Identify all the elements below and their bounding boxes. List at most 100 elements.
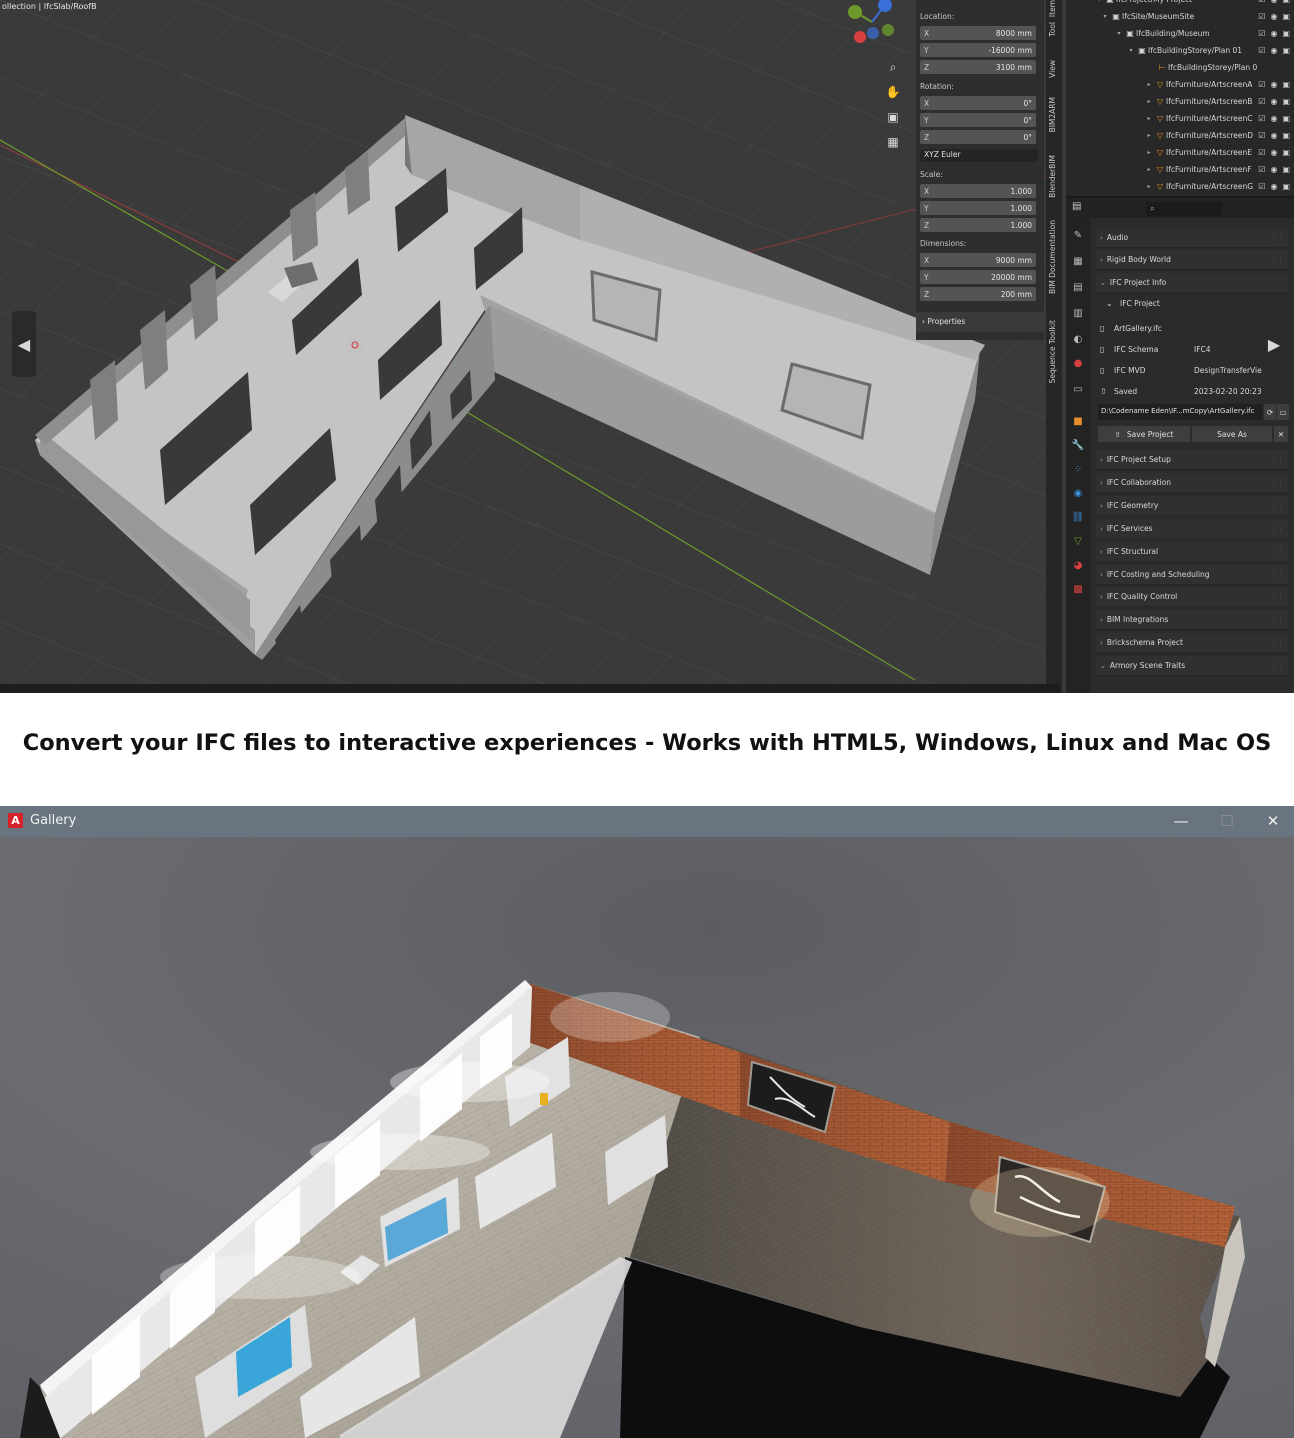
3d-viewport[interactable]: ollection | IfcSlab/RoofB ⌕ ✋ ▣ ▦ ◀ ▶ Lo… bbox=[0, 0, 1286, 693]
save-project-button[interactable]: ⇧ Save Project bbox=[1098, 426, 1190, 442]
ifc-project-subpanel[interactable]: ⌄ IFC Project bbox=[1106, 294, 1294, 312]
properties-subpanel[interactable]: › Properties bbox=[916, 312, 1044, 332]
grid-icon[interactable]: ▦ bbox=[884, 133, 902, 151]
expand-toggle-icon[interactable]: ▾ bbox=[1100, 13, 1110, 20]
tab-tool[interactable]: Tool bbox=[1048, 22, 1057, 37]
tool-icon[interactable]: ✎ bbox=[1070, 228, 1086, 244]
eye-icon[interactable]: ◉ bbox=[1270, 0, 1277, 4]
panel-ifc-project-setup[interactable]: › IFC Project Setup ⋮⋮ bbox=[1096, 450, 1288, 470]
scale-y-field[interactable]: Y 1.000 bbox=[920, 201, 1036, 215]
camera-small-icon[interactable]: ▣ bbox=[1282, 148, 1290, 157]
location-z-field[interactable]: Z 3100 mm bbox=[920, 60, 1036, 74]
camera-small-icon[interactable]: ▣ bbox=[1282, 80, 1290, 89]
checkbox-icon[interactable]: ☑ bbox=[1258, 114, 1265, 123]
minimize-button[interactable]: — bbox=[1167, 810, 1195, 832]
camera-small-icon[interactable]: ▣ bbox=[1282, 182, 1290, 191]
outliner-item[interactable]: ▸ ▽ IfcFurniture/ArtscreenF ☑ ◉ ▣ bbox=[1066, 161, 1294, 178]
drag-grip-icon[interactable]: ⋮⋮ bbox=[1270, 479, 1284, 487]
gallery-3d-scene[interactable] bbox=[0, 837, 1294, 1438]
particles-icon[interactable]: ⁘ bbox=[1070, 462, 1086, 478]
expand-toggle-icon[interactable]: ▾ bbox=[1126, 47, 1136, 54]
folder-icon[interactable]: ▭ bbox=[1277, 404, 1289, 420]
location-y-field[interactable]: Y -16000 mm bbox=[920, 43, 1036, 57]
drag-grip-icon[interactable]: ⋮⋮ bbox=[1270, 548, 1284, 556]
checkbox-icon[interactable]: ☑ bbox=[1258, 148, 1265, 157]
dimensions-y-field[interactable]: Y 20000 mm bbox=[920, 270, 1036, 284]
save-as-button[interactable]: Save As bbox=[1192, 426, 1272, 442]
checkbox-icon[interactable]: ☑ bbox=[1258, 12, 1265, 21]
drag-grip-icon[interactable]: ⋮⋮ bbox=[1270, 456, 1284, 464]
search-input[interactable]: ⌕ bbox=[1146, 202, 1222, 216]
checkbox-icon[interactable]: ☑ bbox=[1258, 182, 1265, 191]
location-x-field[interactable]: X 8000 mm bbox=[920, 26, 1036, 40]
panel-brickschema-project[interactable]: › Brickschema Project ⋮⋮ bbox=[1096, 633, 1288, 653]
rotation-z-field[interactable]: Z 0° bbox=[920, 130, 1036, 144]
camera-icon[interactable]: ▣ bbox=[884, 108, 902, 126]
expand-toggle-icon[interactable]: ▸ bbox=[1144, 149, 1154, 156]
checkbox-icon[interactable]: ☑ bbox=[1258, 80, 1265, 89]
camera-small-icon[interactable]: ▣ bbox=[1282, 165, 1290, 174]
eye-icon[interactable]: ◉ bbox=[1270, 165, 1277, 174]
outliner-item[interactable]: ⊢ IfcBuildingStorey/Plan 0 bbox=[1066, 59, 1294, 76]
view-layer-icon[interactable]: ▥ bbox=[1070, 306, 1086, 322]
eye-icon[interactable]: ◉ bbox=[1270, 114, 1277, 123]
camera-small-icon[interactable]: ▣ bbox=[1282, 29, 1290, 38]
chevron-left-icon[interactable]: ◀ bbox=[12, 311, 36, 377]
tab-bim-documentation[interactable]: BIM Documentation bbox=[1048, 220, 1057, 294]
outliner-item[interactable]: ▾ ▣ IfcBuildingStorey/Plan 01 ☑ ◉ ▣ bbox=[1066, 42, 1294, 59]
tab-bim2arm[interactable]: BIM2ARM bbox=[1048, 97, 1057, 132]
window-titlebar[interactable]: A Gallery — ☐ ✕ bbox=[0, 806, 1294, 837]
panel-ifc-quality-control[interactable]: › IFC Quality Control ⋮⋮ bbox=[1096, 587, 1288, 607]
scale-z-field[interactable]: Z 1.000 bbox=[920, 218, 1036, 232]
outliner-item[interactable]: ▸ ▽ IfcFurniture/ArtscreenD ☑ ◉ ▣ bbox=[1066, 127, 1294, 144]
expand-toggle-icon[interactable]: ▾ bbox=[1094, 0, 1104, 3]
rotation-x-field[interactable]: X 0° bbox=[920, 96, 1036, 110]
checkbox-icon[interactable]: ☑ bbox=[1258, 29, 1265, 38]
panel-rigid-body-world[interactable]: › Rigid Body World ⋮⋮ bbox=[1096, 250, 1288, 270]
drag-grip-icon[interactable]: ⋮⋮ bbox=[1270, 525, 1284, 533]
checkbox-icon[interactable]: ☑ bbox=[1258, 46, 1265, 55]
reload-icon[interactable]: ⟳ bbox=[1264, 404, 1276, 420]
tab-view[interactable]: View bbox=[1048, 60, 1057, 78]
expand-toggle-icon[interactable]: ▸ bbox=[1144, 81, 1154, 88]
close-button[interactable]: ✕ bbox=[1259, 810, 1287, 832]
drag-grip-icon[interactable]: ⋮⋮ bbox=[1270, 502, 1284, 510]
ifc-path-field[interactable]: D:\Codename Eden\IF...mCopy\ArtGallery.i… bbox=[1098, 404, 1262, 420]
panel-ifc-services[interactable]: › IFC Services ⋮⋮ bbox=[1096, 519, 1288, 539]
drag-grip-icon[interactable]: ⋮⋮ bbox=[1270, 571, 1284, 579]
drag-grip-icon[interactable]: ⋮⋮ bbox=[1270, 639, 1284, 647]
eye-icon[interactable]: ◉ bbox=[1270, 12, 1277, 21]
expand-toggle-icon[interactable]: ▸ bbox=[1144, 132, 1154, 139]
panel-ifc-collaboration[interactable]: › IFC Collaboration ⋮⋮ bbox=[1096, 473, 1288, 493]
render-icon[interactable]: ▦ bbox=[1070, 254, 1086, 270]
checkbox-icon[interactable]: ☑ bbox=[1258, 97, 1265, 106]
expand-toggle-icon[interactable]: ▸ bbox=[1144, 98, 1154, 105]
drag-grip-icon[interactable]: ⋮⋮ bbox=[1270, 593, 1284, 601]
panel-ifc-geometry[interactable]: › IFC Geometry ⋮⋮ bbox=[1096, 496, 1288, 516]
drag-grip-icon[interactable]: ⋮⋮ bbox=[1270, 616, 1284, 624]
panel-audio[interactable]: › Audio ⋮⋮ bbox=[1096, 228, 1288, 248]
rotation-y-field[interactable]: Y 0° bbox=[920, 113, 1036, 127]
outliner-item[interactable]: ▸ ▽ IfcFurniture/ArtscreenA ☑ ◉ ▣ bbox=[1066, 76, 1294, 93]
eye-icon[interactable]: ◉ bbox=[1270, 148, 1277, 157]
drag-grip-icon[interactable]: ⋮⋮ bbox=[1270, 662, 1284, 670]
panel-ifc-structural[interactable]: › IFC Structural ⋮⋮ bbox=[1096, 542, 1288, 562]
camera-small-icon[interactable]: ▣ bbox=[1282, 12, 1290, 21]
object-icon[interactable]: ■ bbox=[1070, 414, 1086, 430]
tab-sequence-toolkit[interactable]: Sequence Toolkit bbox=[1048, 320, 1057, 383]
scale-x-field[interactable]: X 1.000 bbox=[920, 184, 1036, 198]
dimensions-z-field[interactable]: Z 200 mm bbox=[920, 287, 1036, 301]
output-icon[interactable]: ▤ bbox=[1070, 280, 1086, 296]
checkbox-icon[interactable]: ☑ bbox=[1258, 131, 1265, 140]
eye-icon[interactable]: ◉ bbox=[1270, 97, 1277, 106]
hand-icon[interactable]: ✋ bbox=[884, 83, 902, 101]
camera-small-icon[interactable]: ▣ bbox=[1282, 131, 1290, 140]
rotation-mode-select[interactable]: XYZ Euler bbox=[920, 149, 1038, 162]
outliner-item[interactable]: ▾ ▣ IfcSite/MuseumSite ☑ ◉ ▣ bbox=[1066, 8, 1294, 25]
eye-icon[interactable]: ◉ bbox=[1270, 80, 1277, 89]
close-icon[interactable]: ✕ bbox=[1274, 426, 1288, 442]
editor-type-icon[interactable]: ▤ bbox=[1072, 201, 1081, 212]
eye-icon[interactable]: ◉ bbox=[1270, 46, 1277, 55]
tab-blenderbim[interactable]: BlenderBIM bbox=[1048, 155, 1057, 198]
panel-bim-integrations[interactable]: › BIM Integrations ⋮⋮ bbox=[1096, 610, 1288, 630]
